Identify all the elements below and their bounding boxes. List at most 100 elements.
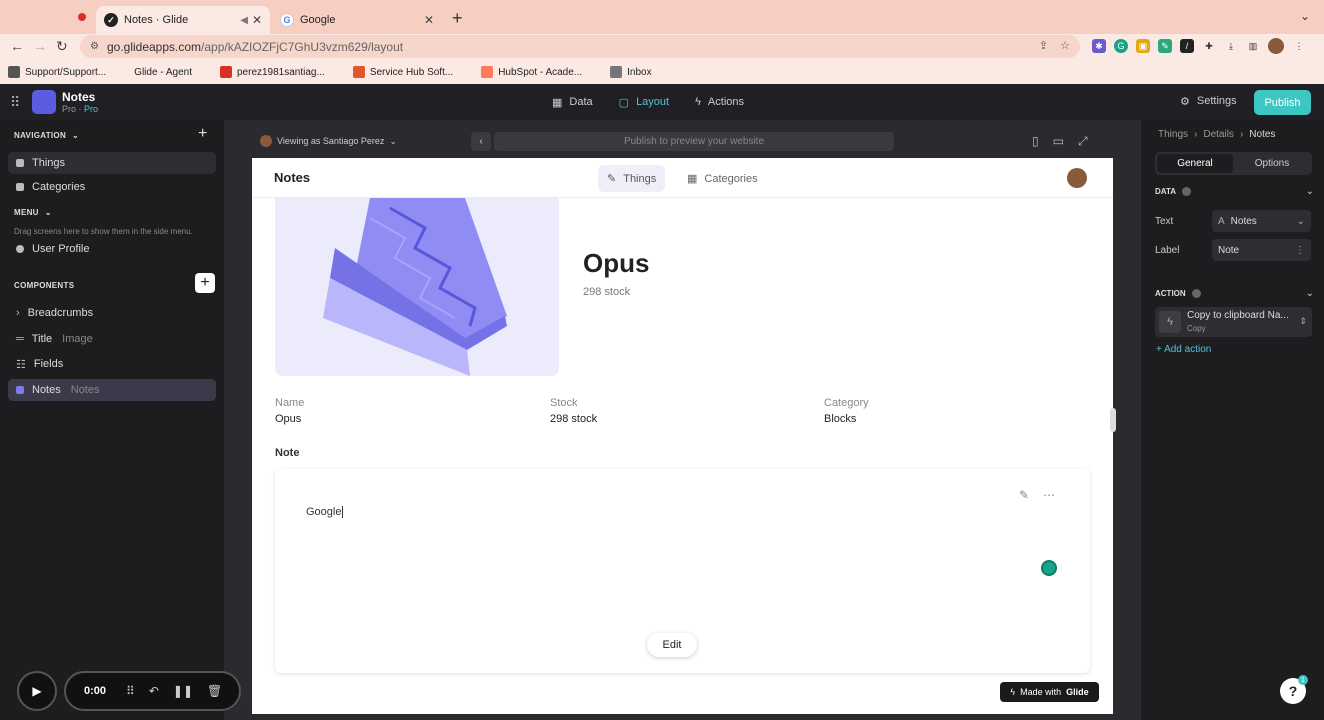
bookmark-item[interactable]: perez1981santiag...: [219, 66, 325, 78]
tab-close-icon[interactable]: ✕: [424, 13, 434, 27]
chevron-down-icon: ⌄: [72, 131, 80, 140]
component-breadcrumbs[interactable]: › Breadcrumbs: [8, 302, 216, 324]
reload-icon[interactable]: ↻: [56, 38, 68, 55]
extension-icon[interactable]: ✎: [1158, 39, 1172, 53]
text-column-select[interactable]: A Notes ⌄: [1212, 210, 1311, 232]
preview-back-button[interactable]: ‹: [471, 132, 491, 151]
component-title[interactable]: ═ Title Image: [8, 328, 216, 350]
action-title: Copy to clipboard Na...: [1187, 310, 1289, 321]
panel-resize-handle[interactable]: [1110, 408, 1116, 432]
info-icon[interactable]: [1191, 289, 1201, 298]
bookmark-item[interactable]: HubSpot - Acade...: [481, 66, 582, 78]
new-tab-button[interactable]: +: [452, 8, 463, 29]
sidebar-item-categories[interactable]: Categories: [8, 176, 216, 198]
publish-button[interactable]: Publish: [1254, 90, 1311, 115]
side-panel-icon[interactable]: ▥: [1246, 39, 1260, 53]
back-arrow-icon[interactable]: ←: [10, 38, 24, 54]
app-logo[interactable]: [32, 90, 56, 114]
desktop-icon[interactable]: ▭: [1053, 134, 1064, 149]
more-vertical-icon[interactable]: ⋮: [1295, 245, 1305, 256]
note-editor[interactable]: Google ✎ ⋯ Edit: [275, 469, 1090, 673]
bookmark-item[interactable]: Inbox: [610, 66, 652, 78]
recording-timer: 0:00: [84, 685, 107, 697]
bookmark-item[interactable]: Glide - Agent: [134, 67, 192, 78]
profile-avatar[interactable]: [1268, 38, 1284, 54]
menu-header[interactable]: MENU ⌄: [14, 208, 52, 217]
data-section-header: DATA: [1155, 187, 1192, 196]
edit-button[interactable]: Edit: [647, 633, 697, 657]
bookmark-star-icon[interactable]: ☆: [1060, 39, 1070, 52]
tab-audio-icon[interactable]: ◀: [240, 15, 248, 26]
pencil-icon[interactable]: ✎: [1019, 488, 1029, 502]
bookmark-item[interactable]: Support/Support...: [8, 66, 106, 78]
extension-icon[interactable]: /: [1180, 39, 1194, 53]
tab-options[interactable]: Options: [1234, 154, 1310, 173]
share-icon[interactable]: ⇪: [1039, 39, 1048, 52]
gear-icon: ⚙: [1180, 96, 1190, 108]
camera-icon[interactable]: ▶: [17, 671, 57, 711]
chevron-down-icon[interactable]: ⌄: [1306, 186, 1314, 197]
add-tab-button[interactable]: +: [198, 125, 207, 143]
tab-data[interactable]: ▦ Data: [552, 96, 593, 109]
extension-icon[interactable]: ✱: [1092, 39, 1106, 53]
bookmark-item[interactable]: Service Hub Soft...: [352, 66, 453, 78]
component-fields[interactable]: ☷ Fields: [8, 353, 216, 375]
breadcrumb-item[interactable]: Things: [1158, 129, 1188, 140]
action-select[interactable]: ϟ Copy to clipboard Na... Copy ⇕: [1155, 307, 1312, 337]
sidebar-item-things[interactable]: Things: [8, 152, 216, 174]
tab-actions[interactable]: ϟ Actions: [695, 96, 744, 108]
browser-menu-icon[interactable]: ⋮: [1292, 39, 1306, 53]
settings-button[interactable]: ⚙ Settings: [1180, 95, 1237, 108]
url-path: /app/kAZIOZFjC7GhU3vzm629/layout: [201, 39, 404, 54]
tab-title: Notes · Glide: [124, 14, 189, 26]
info-icon[interactable]: [1182, 187, 1192, 196]
field-value-stock: 298 stock: [550, 413, 598, 425]
forward-arrow-icon[interactable]: →: [33, 38, 47, 54]
notes-icon: [16, 386, 24, 394]
avatar[interactable]: [1067, 168, 1087, 188]
download-icon[interactable]: ⤓: [1224, 39, 1238, 53]
field-label-stock: Stock: [550, 397, 578, 409]
grammarly-icon[interactable]: [1041, 560, 1057, 576]
chevron-down-icon[interactable]: ⌄: [1306, 288, 1314, 299]
navigation-header[interactable]: NAVIGATION ⌄: [14, 131, 79, 140]
add-component-button[interactable]: +: [195, 273, 215, 293]
app-header: Notes ✎ Things ▦ Categories: [252, 158, 1113, 198]
viewing-as-selector[interactable]: Viewing as Santiago Perez ⌄: [260, 135, 397, 147]
avatar: [260, 135, 272, 147]
tab-layout[interactable]: ▢ Layout: [619, 96, 669, 109]
more-options-icon[interactable]: ⋯: [1043, 488, 1055, 502]
breadcrumb-item: Notes: [1249, 129, 1276, 140]
extensions-puzzle-icon[interactable]: ✚: [1202, 39, 1216, 53]
help-badge: 1: [1298, 675, 1308, 685]
breadcrumb-item[interactable]: Details: [1203, 129, 1234, 140]
browser-tab-google[interactable]: G Google ✕: [272, 6, 442, 34]
sidebar-item-user-profile[interactable]: User Profile: [8, 238, 216, 260]
browser-tab-glide[interactable]: ✓ Notes · Glide ◀ ✕: [96, 6, 270, 34]
drag-handle-icon[interactable]: ⠿: [126, 684, 135, 698]
label-input[interactable]: Note ⋮: [1212, 239, 1311, 261]
pencil-icon: ✎: [607, 173, 617, 185]
apps-grid-icon[interactable]: ⠿: [10, 94, 20, 111]
phone-icon[interactable]: ▯: [1032, 134, 1039, 149]
trash-icon[interactable]: 🗑: [207, 684, 222, 698]
tab-general[interactable]: General: [1157, 154, 1233, 173]
tab-search-chevron-icon[interactable]: ⌄: [1300, 9, 1310, 23]
grammarly-extension-icon[interactable]: G: [1114, 39, 1128, 53]
url-input[interactable]: ⚙ go.glideapps.com/app/kAZIOZFjC7GhU3vzm…: [80, 35, 1080, 58]
tab-close-icon[interactable]: ✕: [252, 13, 262, 27]
tab-things[interactable]: ✎ Things: [598, 165, 666, 192]
add-action-button[interactable]: + Add action: [1156, 344, 1211, 355]
site-info-icon[interactable]: ⚙: [90, 41, 99, 52]
pause-icon[interactable]: ❚❚: [173, 684, 193, 698]
tab-categories[interactable]: ▦ Categories: [678, 165, 767, 192]
undo-icon[interactable]: ↶: [149, 684, 159, 698]
user-icon: [16, 245, 24, 253]
fields-icon: ☷: [16, 358, 26, 371]
note-text-input[interactable]: Google: [306, 506, 344, 519]
component-notes[interactable]: Notes Notes: [8, 379, 216, 401]
extension-icon[interactable]: ▣: [1136, 39, 1150, 53]
made-with-glide-badge[interactable]: ϟ Made with Glide: [1000, 682, 1099, 702]
expand-icon[interactable]: ⤢: [1078, 134, 1088, 149]
right-panel: Things › Details › Notes General Options D…: [1141, 120, 1324, 720]
